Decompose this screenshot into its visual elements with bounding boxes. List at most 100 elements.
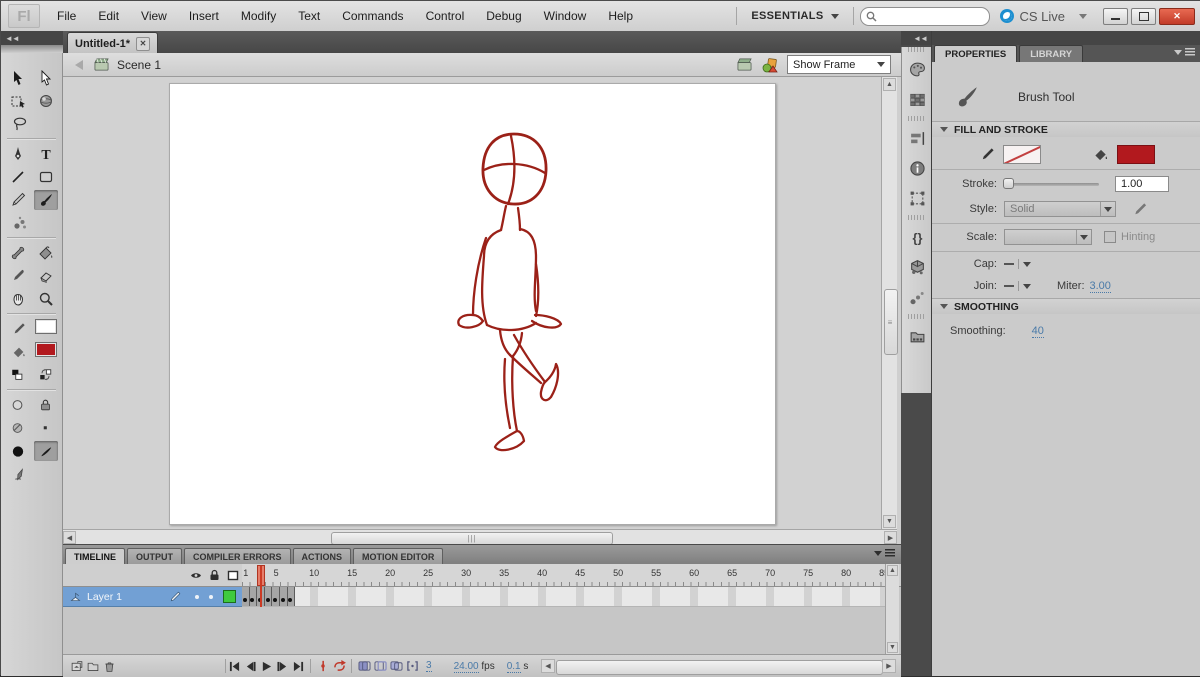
dock-grip[interactable] bbox=[908, 215, 925, 220]
menu-item-help[interactable]: Help bbox=[597, 1, 644, 31]
brush-shape-button[interactable] bbox=[34, 441, 58, 461]
stroke-slider[interactable] bbox=[1004, 183, 1099, 186]
menu-item-edit[interactable]: Edit bbox=[87, 1, 130, 31]
style-dropdown[interactable]: Solid bbox=[1004, 201, 1116, 217]
close-tab-icon[interactable]: ✕ bbox=[136, 37, 150, 51]
section-smoothing[interactable]: SMOOTHING bbox=[932, 298, 1200, 314]
timeline-scroll-right-icon[interactable]: ▶ bbox=[882, 659, 896, 673]
brush-size-button[interactable] bbox=[6, 441, 30, 461]
fill-color-swatch[interactable] bbox=[35, 342, 57, 357]
frame-ruler[interactable]: 1510152025303540455055606570758085 bbox=[242, 564, 885, 587]
tab-output[interactable]: OUTPUT bbox=[127, 548, 182, 564]
pencil-tool[interactable] bbox=[6, 190, 30, 210]
join-dropdown-chevron[interactable] bbox=[1023, 284, 1031, 289]
outline-layers-icon[interactable] bbox=[227, 570, 239, 581]
edit-stroke-style-icon[interactable] bbox=[1132, 202, 1148, 217]
vscroll-thumb[interactable]: ≡ bbox=[884, 289, 898, 355]
current-frame-indicator[interactable]: 3 bbox=[426, 660, 432, 672]
eyedropper-tool[interactable] bbox=[6, 266, 30, 286]
black-and-white-button[interactable] bbox=[6, 365, 30, 385]
stroke-slider-thumb[interactable] bbox=[1003, 178, 1014, 189]
rectangle-tool[interactable] bbox=[34, 167, 58, 187]
hinting-checkbox[interactable] bbox=[1104, 231, 1116, 243]
scroll-down-icon[interactable]: ▼ bbox=[883, 515, 896, 528]
motion-presets-panel-button[interactable] bbox=[902, 282, 932, 312]
edit-multiple-frames-button[interactable] bbox=[388, 658, 404, 674]
center-frame-button[interactable] bbox=[315, 658, 331, 674]
back-arrow-icon[interactable] bbox=[75, 60, 83, 70]
timeline-vertical-scrollbar[interactable]: ▲ ▼ bbox=[885, 564, 899, 654]
play-button[interactable] bbox=[258, 658, 274, 674]
layer-unlocked-dot[interactable] bbox=[209, 595, 213, 599]
close-button[interactable]: ✕ bbox=[1159, 8, 1195, 25]
onion-skin-button[interactable] bbox=[356, 658, 372, 674]
free-transform-tool[interactable] bbox=[6, 91, 30, 111]
tab-properties[interactable]: PROPERTIES bbox=[934, 45, 1017, 62]
transform-panel-button[interactable] bbox=[902, 183, 932, 213]
empty-frames[interactable] bbox=[295, 587, 885, 606]
search-box[interactable] bbox=[860, 7, 990, 26]
scroll-right-icon[interactable]: ▶ bbox=[884, 531, 897, 544]
timeline-scroll-left-icon[interactable]: ◀ bbox=[541, 659, 555, 673]
panel-menu-button[interactable] bbox=[1174, 48, 1195, 56]
app-logo[interactable]: Fl bbox=[8, 4, 40, 28]
swatches-panel-button[interactable] bbox=[902, 84, 932, 114]
onion-skin-outlines-button[interactable] bbox=[372, 658, 388, 674]
dock-grip[interactable] bbox=[908, 47, 925, 52]
brush-mode-button[interactable] bbox=[6, 418, 30, 438]
step-forward-button[interactable] bbox=[274, 658, 290, 674]
workspace-switcher[interactable]: ESSENTIALS bbox=[743, 10, 847, 22]
menu-item-text[interactable]: Text bbox=[287, 1, 331, 31]
edit-scene-icon[interactable] bbox=[736, 57, 753, 72]
fill-color-swatch[interactable] bbox=[1117, 145, 1155, 164]
minimize-button[interactable] bbox=[1103, 8, 1128, 25]
scene-breadcrumb[interactable]: Scene 1 bbox=[117, 58, 161, 72]
goto-first-frame-button[interactable] bbox=[226, 658, 242, 674]
brush-size-menu[interactable] bbox=[34, 418, 58, 438]
info-panel-button[interactable] bbox=[902, 153, 932, 183]
scroll-down-icon[interactable]: ▼ bbox=[887, 642, 898, 653]
lock-layers-icon[interactable] bbox=[209, 569, 220, 581]
stroke-color-swatch[interactable] bbox=[1003, 145, 1041, 164]
stage-pasteboard[interactable] bbox=[63, 77, 881, 529]
hand-tool[interactable] bbox=[6, 289, 30, 309]
dock-grip[interactable] bbox=[908, 116, 925, 121]
line-tool[interactable] bbox=[6, 167, 30, 187]
scroll-up-icon[interactable]: ▲ bbox=[883, 78, 896, 91]
paint-bucket-tool[interactable] bbox=[34, 243, 58, 263]
edit-symbols-icon[interactable] bbox=[761, 57, 779, 73]
smoothing-value[interactable]: 40 bbox=[1032, 325, 1044, 338]
lock-fill-toggle[interactable] bbox=[34, 395, 58, 415]
text-tool[interactable]: T bbox=[34, 144, 58, 164]
cs-live[interactable]: CS Live bbox=[1000, 9, 1065, 24]
menu-item-window[interactable]: Window bbox=[533, 1, 598, 31]
keyframe-2[interactable] bbox=[250, 587, 258, 606]
menu-item-file[interactable]: File bbox=[46, 1, 87, 31]
components-panel-button[interactable] bbox=[902, 252, 932, 282]
loop-playback-button[interactable] bbox=[331, 658, 347, 674]
cs-live-chevron-icon[interactable] bbox=[1079, 14, 1087, 19]
subselection-tool[interactable] bbox=[34, 68, 58, 88]
restore-button[interactable] bbox=[1131, 8, 1156, 25]
project-panel-button[interactable] bbox=[902, 321, 932, 351]
step-back-button[interactable] bbox=[242, 658, 258, 674]
color-panel-button[interactable] bbox=[902, 54, 932, 84]
new-layer-button[interactable] bbox=[69, 658, 85, 674]
layer-outline-color[interactable] bbox=[223, 590, 236, 603]
scroll-up-icon[interactable]: ▲ bbox=[887, 565, 898, 576]
pen-tool[interactable] bbox=[6, 144, 30, 164]
keyframe-1[interactable] bbox=[242, 587, 250, 606]
toolbar-collapse-button[interactable]: ◄◄ bbox=[1, 31, 63, 45]
menu-item-modify[interactable]: Modify bbox=[230, 1, 287, 31]
3d-rotation-tool[interactable] bbox=[34, 91, 58, 111]
goto-last-frame-button[interactable] bbox=[290, 658, 306, 674]
hscroll-thumb[interactable]: ||| bbox=[331, 532, 613, 545]
stage-vertical-scrollbar[interactable]: ▲ ≡ ▼ bbox=[881, 77, 897, 529]
scale-dropdown[interactable] bbox=[1004, 229, 1092, 245]
cap-dropdown-chevron[interactable] bbox=[1023, 262, 1031, 267]
stroke-value-field[interactable]: 1.00 bbox=[1115, 176, 1169, 192]
menu-item-debug[interactable]: Debug bbox=[475, 1, 532, 31]
search-input[interactable] bbox=[881, 9, 975, 23]
use-tilt-toggle[interactable] bbox=[8, 464, 32, 484]
menu-item-control[interactable]: Control bbox=[415, 1, 476, 31]
